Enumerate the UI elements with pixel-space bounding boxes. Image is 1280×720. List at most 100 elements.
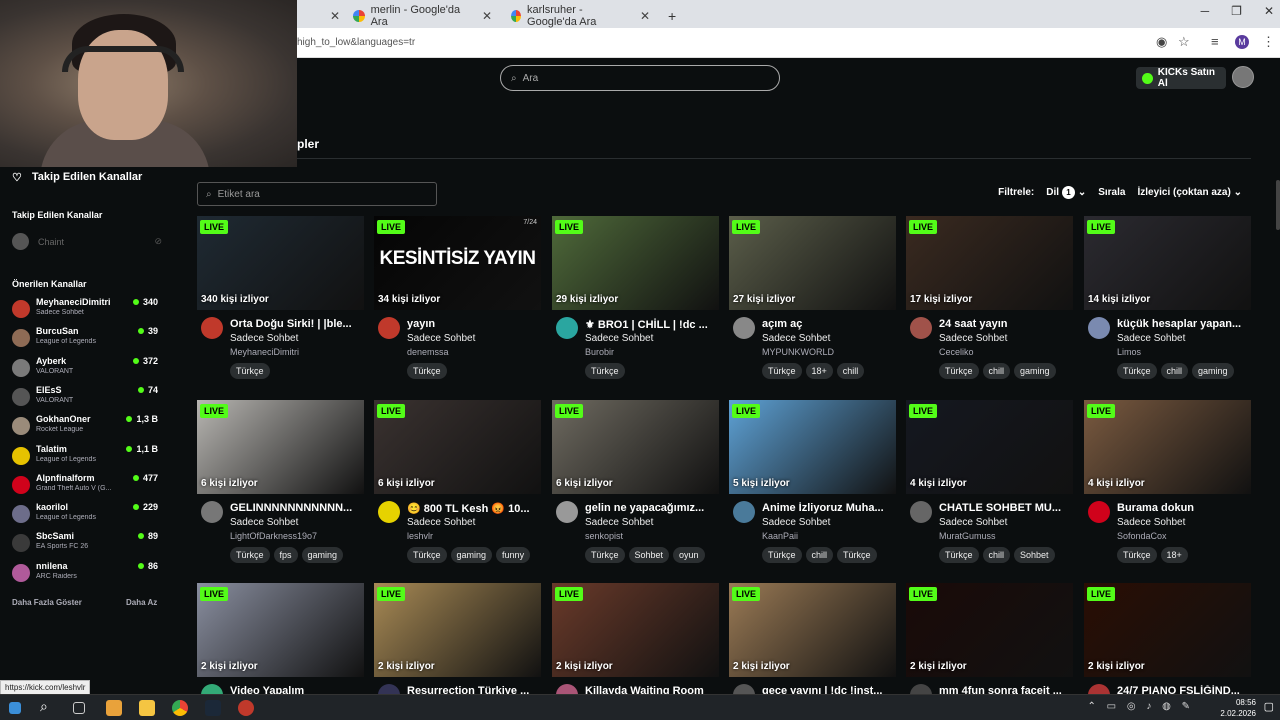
avatar[interactable] (910, 501, 932, 523)
tag-chip[interactable]: 18+ (1160, 547, 1188, 563)
notification-icon[interactable]: ▢ (1264, 700, 1274, 713)
stream-category[interactable]: Sadece Sohbet (762, 333, 830, 344)
stream-thumbnail[interactable]: LIVE 2 kişi izliyor (1084, 583, 1251, 677)
channel-name[interactable]: Limos (1117, 347, 1141, 357)
stream-title[interactable]: 😊 800 TL Kesh 😡 10... (407, 502, 539, 515)
tab-close-icon[interactable]: ✕ (640, 9, 650, 23)
stream-card[interactable]: LIVE 2 kişi izliyor gece yayını | !dc !i… (729, 583, 896, 706)
stream-thumbnail[interactable]: LIVE 5 kişi izliyor (729, 400, 896, 494)
sidebar-item-nnilena[interactable]: nnilena ARC Raiders 86 (12, 560, 160, 586)
stream-thumbnail[interactable]: LIVE 29 kişi izliyor (552, 216, 719, 310)
tag-chip[interactable]: chill (805, 547, 834, 563)
stream-title[interactable]: açım aç (762, 318, 894, 330)
channel-name[interactable]: MeyhaneciDimitri (230, 347, 299, 357)
tag-chip[interactable]: chill (982, 363, 1011, 379)
sidebar-followed-nav[interactable]: ♡ Takip Edilen Kanallar (12, 167, 142, 187)
tag-chip[interactable]: Türkçe (837, 547, 877, 563)
stream-card[interactable]: LIVE 6 kişi izliyor 😊 800 TL Kesh 😡 10..… (374, 400, 541, 563)
avatar[interactable] (556, 501, 578, 523)
stream-thumbnail[interactable]: LIVE 2 kişi izliyor (906, 583, 1073, 677)
show-less-link[interactable]: Daha Az (126, 598, 157, 607)
stream-card[interactable]: LIVE 2 kişi izliyor Killayda Waiting Roo… (552, 583, 719, 706)
stream-thumbnail[interactable]: LIVE 4 kişi izliyor (906, 400, 1073, 494)
tag-chip[interactable]: gaming (1014, 363, 1056, 379)
stream-card[interactable]: LIVE 6 kişi izliyor GELINNNNNNNNNNN... S… (197, 400, 364, 563)
url-text[interactable]: high_to_low&languages=tr (297, 37, 415, 48)
stream-title[interactable]: Burama dokun (1117, 502, 1249, 514)
steam-icon[interactable] (205, 700, 221, 716)
stream-card[interactable]: LIVE 2 kişi izliyor mm 4fun sonra faceit… (906, 583, 1073, 706)
tag-chip[interactable]: gaming (1192, 363, 1234, 379)
stream-category[interactable]: Sadece Sohbet (407, 333, 475, 344)
tag-chip[interactable]: oyun (673, 547, 705, 563)
stream-thumbnail[interactable]: LIVE 14 kişi izliyor (1084, 216, 1251, 310)
browser-tab-merlin[interactable]: merlin - Google'da Ara ✕ (345, 4, 500, 28)
tag-chip[interactable]: 18+ (805, 363, 833, 379)
stream-thumbnail[interactable]: LIVE 17 kişi izliyor (906, 216, 1073, 310)
copilot-icon[interactable] (106, 700, 122, 716)
tag-chip[interactable]: Türkçe (585, 363, 625, 379)
stream-category[interactable]: Sadece Sohbet (762, 517, 830, 528)
sidebar-item-talatim[interactable]: Talatim League of Legends 1,1 B (12, 443, 160, 469)
stream-card[interactable]: LIVE 14 kişi izliyor küçük hesaplar yapa… (1084, 216, 1251, 379)
channel-name[interactable]: denemssa (407, 347, 449, 357)
more-menu-icon[interactable]: ⋮ (1262, 34, 1275, 50)
tag-chip[interactable]: Türkçe (762, 363, 802, 379)
tag-chip[interactable]: Sohbet (1014, 547, 1055, 563)
tag-chip[interactable]: chill (1160, 363, 1189, 379)
stream-category[interactable]: Sadece Sohbet (939, 517, 1007, 528)
stream-card[interactable]: LIVE 27 kişi izliyor açım aç Sadece Sohb… (729, 216, 896, 379)
sidebar-item-ayberk[interactable]: Ayberk VALORANT 372 (12, 355, 160, 381)
tag-chip[interactable]: gaming (301, 547, 344, 563)
stream-thumbnail[interactable]: LIVE 6 kişi izliyor (374, 400, 541, 494)
sidebar-item-meyhanecidimitri[interactable]: MeyhaneciDimitri Sadece Sohbet 340 (12, 296, 160, 322)
stream-card[interactable]: LIVE 29 kişi izliyor ⚜ BRO1 | CHİLL | !d… (552, 216, 719, 379)
tag-chip[interactable]: Türkçe (585, 547, 625, 563)
sidebar-item-eless[interactable]: ElEsS VALORANT 74 (12, 384, 160, 410)
tag-chip[interactable]: chill (982, 547, 1011, 563)
profile-avatar[interactable]: M (1235, 35, 1249, 49)
stream-thumbnail[interactable]: LIVE 27 kişi izliyor (729, 216, 896, 310)
tag-chip[interactable]: Türkçe (1117, 363, 1157, 379)
sidebar-item-chaint[interactable]: Chaint ⊘ (12, 233, 162, 250)
bookmark-star-icon[interactable]: ☆ (1178, 34, 1190, 50)
stream-thumbnail[interactable]: LIVE 2 kişi izliyor (552, 583, 719, 677)
stream-thumbnail[interactable]: LIVE 6 kişi izliyor (197, 400, 364, 494)
eye-off-icon[interactable]: ◉ (1156, 34, 1167, 50)
channel-name[interactable]: LightOfDarkness19o7 (230, 531, 317, 541)
stream-thumbnail[interactable]: KESİNTİSİZ YAYIN 7/24 LIVE 34 kişi izliyo… (374, 216, 541, 310)
restore-icon[interactable]: ❐ (1231, 4, 1242, 18)
chrome-icon[interactable] (172, 700, 188, 716)
language-dropdown[interactable]: Dil 1 ⌄ (1046, 186, 1086, 199)
stream-title[interactable]: GELINNNNNNNNNNN... (230, 502, 362, 514)
stream-category[interactable]: Sadece Sohbet (230, 517, 298, 528)
sidebar-item-burcusan[interactable]: BurcuSan League of Legends 39 (12, 325, 160, 351)
channel-name[interactable]: Burobir (585, 347, 614, 357)
stream-card[interactable]: LIVE 5 kişi izliyor Anime İzliyoruz Muha… (729, 400, 896, 563)
media-control-icon[interactable]: ≡ (1211, 34, 1219, 49)
stream-card[interactable]: LIVE 6 kişi izliyor gelin ne yapacağımız… (552, 400, 719, 563)
stream-card[interactable]: LIVE 2 kişi izliyor 24/7 PIANO FSLİĞİND.… (1084, 583, 1251, 706)
avatar[interactable] (556, 317, 578, 339)
stream-title[interactable]: ⚜ BRO1 | CHİLL | !dc ... (585, 318, 717, 331)
tag-chip[interactable]: Türkçe (407, 363, 447, 379)
avatar[interactable] (378, 317, 400, 339)
channel-name[interactable]: Ceceliko (939, 347, 974, 357)
minimize-icon[interactable]: ─ (1201, 4, 1210, 18)
stream-category[interactable]: Sadece Sohbet (1117, 333, 1185, 344)
stream-card[interactable]: LIVE 17 kişi izliyor 24 saat yayın Sadec… (906, 216, 1073, 379)
stream-thumbnail[interactable]: LIVE 2 kişi izliyor (729, 583, 896, 677)
avatar[interactable] (910, 317, 932, 339)
task-view-icon[interactable] (73, 702, 85, 714)
scrollbar[interactable] (1276, 180, 1280, 230)
tag-chip[interactable]: Türkçe (230, 363, 270, 379)
file-explorer-icon[interactable] (139, 700, 155, 716)
channel-name[interactable]: MYPUNKWORLD (762, 347, 834, 357)
tag-chip[interactable]: chill (836, 363, 865, 379)
stream-title[interactable]: CHATLE SOHBET MU... (939, 502, 1071, 514)
stream-category[interactable]: Sadece Sohbet (407, 517, 475, 528)
app-icon[interactable] (238, 700, 254, 716)
avatar[interactable] (733, 501, 755, 523)
sidebar-item-kaorilol[interactable]: kaorilol League of Legends 229 (12, 501, 160, 527)
stream-thumbnail[interactable]: LIVE 6 kişi izliyor (552, 400, 719, 494)
